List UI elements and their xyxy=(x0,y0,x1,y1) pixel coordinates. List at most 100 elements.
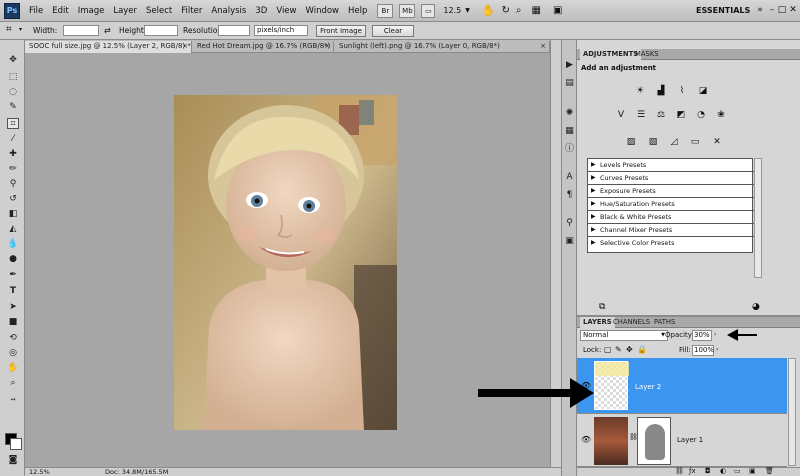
chevron-down-icon[interactable]: ▼ xyxy=(465,7,470,14)
shape-tool-icon[interactable]: ■ xyxy=(7,317,19,328)
brightness-contrast-icon[interactable]: ☀ xyxy=(634,86,646,97)
tab-sooc-full-size[interactable]: SOOC full size.jpg @ 12.5% (Layer 2, RGB… xyxy=(25,41,192,53)
3d-orbit-tool-icon[interactable]: ◎ xyxy=(7,348,19,359)
menu-edit[interactable]: Edit xyxy=(52,6,68,16)
background-color-swatch[interactable] xyxy=(10,438,22,450)
healing-brush-tool-icon[interactable]: ✚ xyxy=(7,149,19,160)
lock-all-icon[interactable]: 🔒 xyxy=(637,345,647,354)
resolution-units-select[interactable]: pixels/inch xyxy=(254,25,308,36)
rotate-view-icon[interactable]: ↻ xyxy=(502,5,510,16)
preset-exposure[interactable]: ▶ Exposure Presets xyxy=(588,185,754,198)
channel-mixer-icon[interactable]: ❀ xyxy=(715,110,727,121)
fill-field[interactable]: 100% xyxy=(692,345,714,356)
blend-mode-select[interactable]: Normal ▼ xyxy=(580,330,668,341)
tool-presets-panel-icon[interactable]: ▣ xyxy=(564,236,575,247)
menu-filter[interactable]: Filter xyxy=(181,6,202,16)
preset-hue-saturation[interactable]: ▶ Hue/Saturation Presets xyxy=(588,198,754,211)
exposure-icon[interactable]: ◪ xyxy=(697,86,709,97)
bridge-button[interactable]: Br xyxy=(377,3,394,18)
lock-pixels-icon[interactable]: ✎ xyxy=(615,345,622,354)
threshold-icon[interactable]: ◿ xyxy=(668,137,680,148)
close-icon[interactable]: × xyxy=(540,41,546,52)
front-image-button[interactable]: Front Image xyxy=(316,25,366,37)
close-icon[interactable]: ✕ xyxy=(787,4,799,16)
screen-mode-icon[interactable]: ▣ xyxy=(553,5,562,16)
gradient-map-icon[interactable]: ▭ xyxy=(689,137,701,148)
brush-tool-icon[interactable]: ✏ xyxy=(7,164,19,175)
crop-tool-icon[interactable]: ⌗ xyxy=(7,118,19,129)
extras-icon[interactable]: ▭ xyxy=(421,3,436,18)
invert-icon[interactable]: ▨ xyxy=(625,137,637,148)
new-adjustment-layer-icon[interactable]: ◐ xyxy=(720,467,726,475)
menu-help[interactable]: Help xyxy=(348,6,367,16)
preset-channel-mixer[interactable]: ▶ Channel Mixer Presets xyxy=(588,224,754,237)
lock-position-icon[interactable]: ✥ xyxy=(626,345,633,354)
workspace-extras-icon[interactable]: » xyxy=(754,4,766,16)
tab-masks[interactable]: MASKS xyxy=(632,49,662,60)
tab-sunlight-left[interactable]: Sunlight (left).png @ 16.7% (Layer 0, RG… xyxy=(335,41,550,53)
delete-layer-icon[interactable]: 🗑 xyxy=(765,467,774,475)
color-balance-icon[interactable]: ⚖ xyxy=(655,110,667,121)
curves-icon[interactable]: ⌇ xyxy=(676,86,688,97)
preset-black-white[interactable]: ▶ Black & White Presets xyxy=(588,211,754,224)
clone-stamp-tool-icon[interactable]: ⚲ xyxy=(7,179,19,190)
3d-rotate-tool-icon[interactable]: ⟲ xyxy=(7,333,19,344)
opacity-field[interactable]: 30% xyxy=(692,330,712,341)
preset-curves[interactable]: ▶ Curves Presets xyxy=(588,172,754,185)
pen-tool-icon[interactable]: ✒ xyxy=(7,270,19,281)
status-zoom[interactable]: 12.5% xyxy=(29,468,50,476)
info-panel-icon[interactable]: ⓘ xyxy=(564,144,575,155)
lasso-tool-icon[interactable]: ◌ xyxy=(7,87,19,98)
eraser-tool-icon[interactable]: ◧ xyxy=(7,209,19,220)
width-field[interactable] xyxy=(63,25,99,36)
layer-row-layer-2[interactable]: 👁 Layer 2 xyxy=(577,358,787,414)
swap-colors-icon[interactable]: ↔ xyxy=(7,394,19,405)
vibrance-icon[interactable]: V xyxy=(615,110,627,121)
eye-icon[interactable]: 👁 xyxy=(581,435,591,444)
mini-bridge-button[interactable]: Mb xyxy=(399,3,416,18)
menu-select[interactable]: Select xyxy=(146,6,172,16)
photo-filter-icon[interactable]: ◔ xyxy=(695,110,707,121)
new-group-icon[interactable]: ▭ xyxy=(734,467,741,475)
menu-layer[interactable]: Layer xyxy=(113,6,137,16)
tab-channels[interactable]: CHANNELS xyxy=(610,317,653,328)
tab-red-hot-dream[interactable]: Red Hot Dream.jpg @ 16.7% (RGB/8*) × xyxy=(193,41,334,53)
path-selection-tool-icon[interactable]: ➤ xyxy=(7,302,19,313)
layer-row-layer-1[interactable]: 👁 ⛓ Layer 1 xyxy=(577,415,787,467)
opacity-slider-arrow-icon[interactable]: › xyxy=(714,331,716,338)
menu-analysis[interactable]: Analysis xyxy=(211,6,246,16)
paint-bucket-tool-icon[interactable]: ◭ xyxy=(7,224,19,235)
layer-name[interactable]: Layer 1 xyxy=(677,436,703,444)
lock-transparent-icon[interactable]: ▢ xyxy=(604,345,612,354)
menu-view[interactable]: View xyxy=(276,6,296,16)
close-icon[interactable]: × xyxy=(182,41,188,52)
black-white-icon[interactable]: ◩ xyxy=(675,110,687,121)
hand-icon[interactable]: ✋ xyxy=(482,4,496,17)
selective-color-icon[interactable]: ✕ xyxy=(711,137,723,148)
eyedropper-tool-icon[interactable]: ⁄ xyxy=(7,134,19,145)
fx-icon[interactable]: ƒx xyxy=(689,467,696,475)
link-layers-icon[interactable]: ⛓ xyxy=(675,467,684,475)
preset-selective-color[interactable]: ▶ Selective Color Presets xyxy=(588,237,754,250)
zoom-level[interactable]: 12.5 xyxy=(443,6,461,15)
add-mask-icon[interactable]: ◘ xyxy=(705,467,711,475)
chevron-down-icon[interactable]: ▾ xyxy=(19,26,22,33)
posterize-icon[interactable]: ▧ xyxy=(647,137,659,148)
levels-icon[interactable]: ▟ xyxy=(655,86,667,97)
tab-paths[interactable]: PATHS xyxy=(651,317,678,328)
histogram-panel-icon[interactable]: ▦ xyxy=(564,126,575,137)
clear-button[interactable]: Clear xyxy=(372,25,414,37)
history-panel-icon[interactable]: ▶ xyxy=(564,60,575,71)
type-tool-icon[interactable]: T xyxy=(7,286,19,297)
navigator-panel-icon[interactable]: ✺ xyxy=(564,108,575,119)
crop-tool-icon[interactable]: ⌗ xyxy=(6,24,12,35)
presets-scrollbar[interactable] xyxy=(754,158,762,278)
menu-image[interactable]: Image xyxy=(78,6,105,16)
hue-saturation-icon[interactable]: ☰ xyxy=(635,110,647,121)
dodge-tool-icon[interactable]: ● xyxy=(7,254,19,265)
clip-to-layer-icon[interactable]: ⧉ xyxy=(599,302,605,312)
menu-file[interactable]: File xyxy=(29,6,43,16)
paragraph-panel-icon[interactable]: ¶ xyxy=(564,190,575,201)
menu-window[interactable]: Window xyxy=(305,6,339,16)
menu-3d[interactable]: 3D xyxy=(255,6,267,16)
